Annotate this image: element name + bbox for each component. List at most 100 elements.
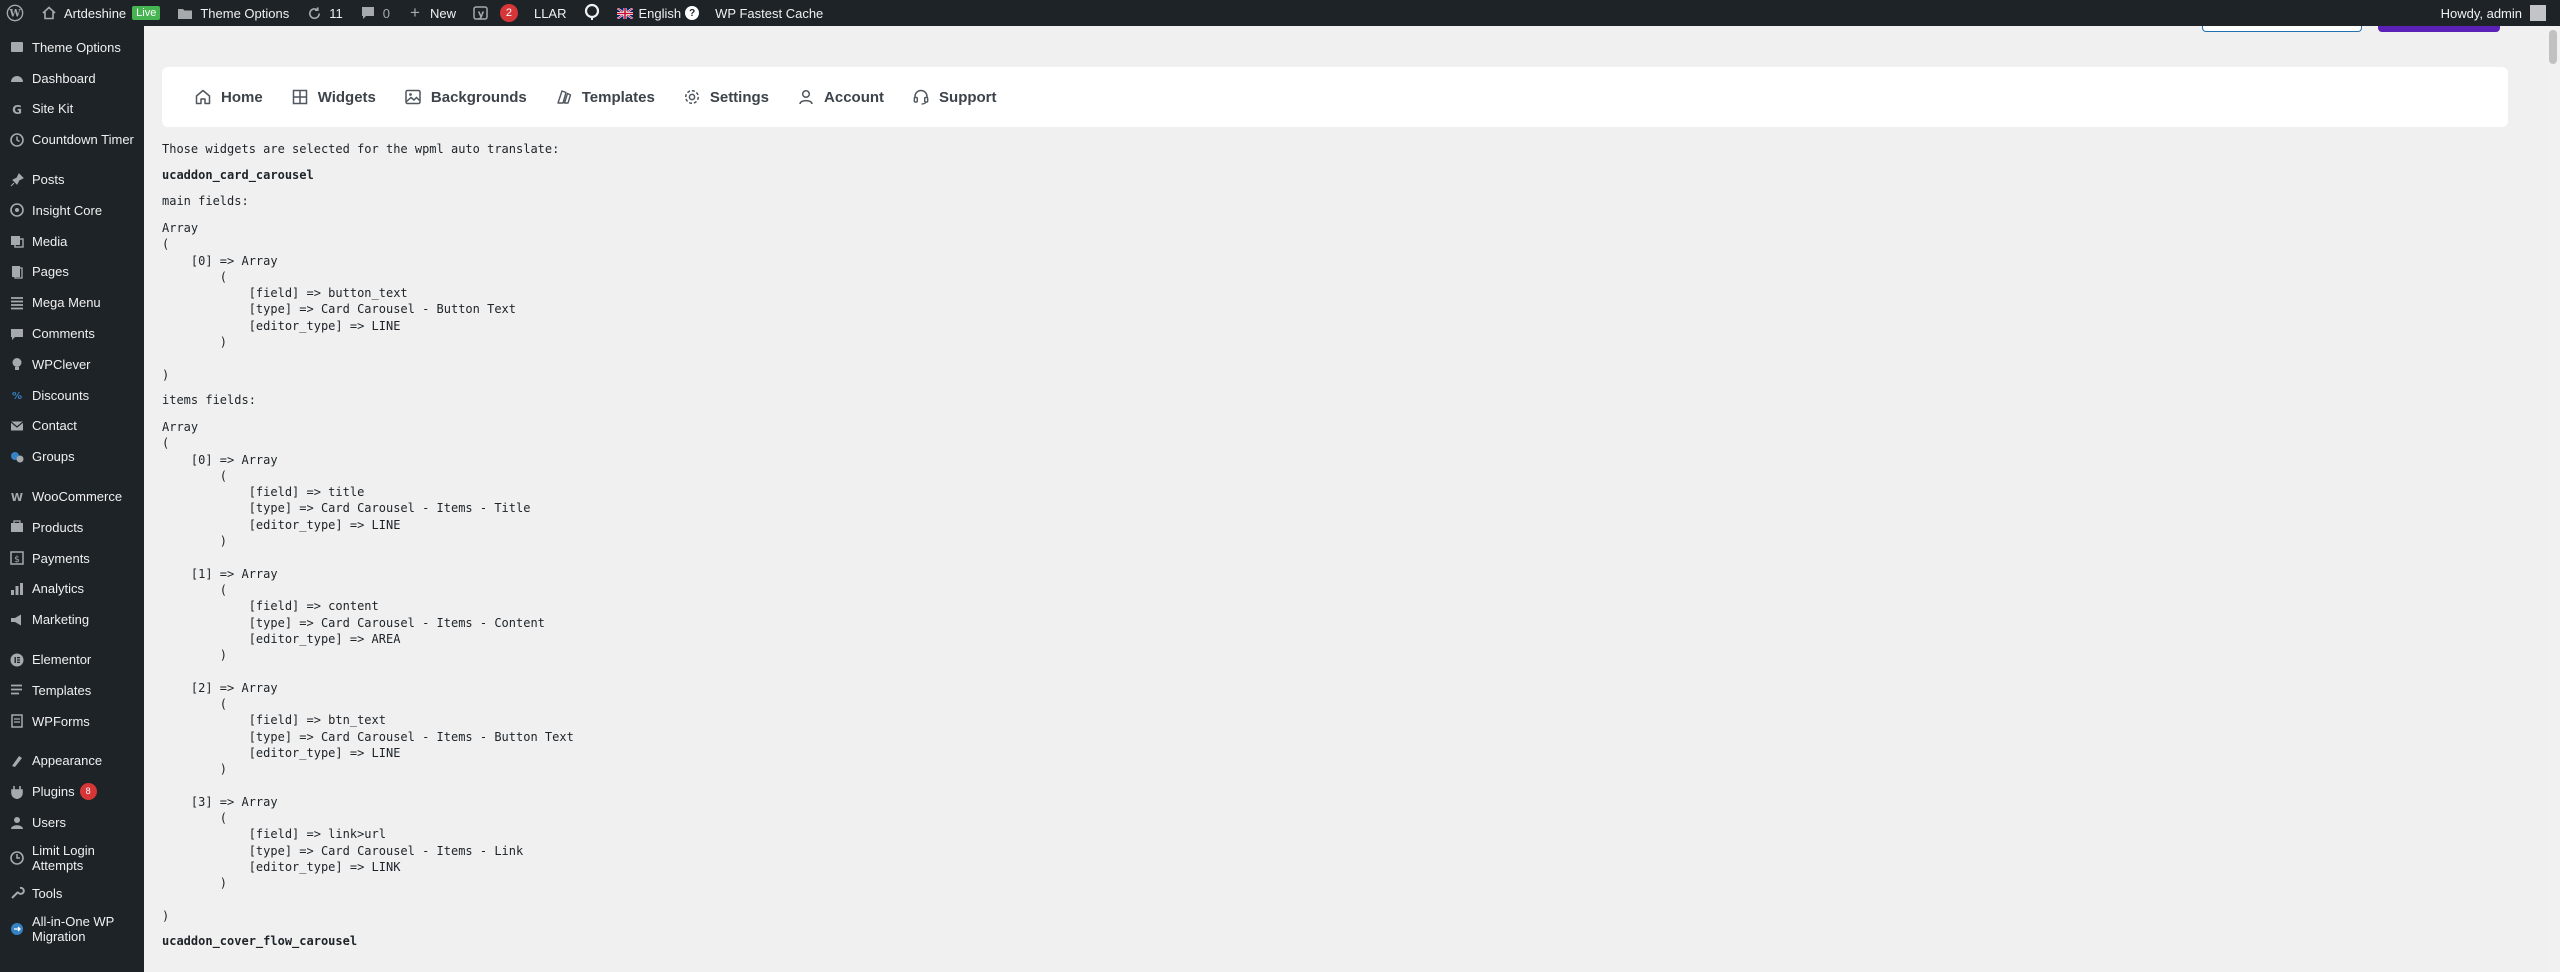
top-outline-button[interactable] [2202, 26, 2362, 32]
yoast-icon: y [472, 4, 490, 22]
sidebar-item-label: Plugins [32, 784, 75, 800]
yoast-link[interactable]: y 2 [464, 0, 526, 26]
sidebar-item-label: Media [32, 233, 68, 249]
sidebar-item-templates[interactable]: Templates [0, 675, 144, 706]
widget-name-2: ucaddon_cover_flow_carousel [162, 934, 358, 949]
theme-options-link[interactable]: Theme Options [168, 0, 297, 26]
tab-account[interactable]: Account [783, 77, 898, 117]
updates-link[interactable]: 11 [297, 0, 351, 26]
quarter-circle-link[interactable] [575, 0, 609, 26]
tab-backgrounds[interactable]: Backgrounds [390, 77, 541, 117]
sidebar-item-payments[interactable]: $ Payments [0, 543, 144, 574]
admin-menu: Theme Options Dashboard G Site Kit Countdown… [0, 32, 144, 949]
sidebar-item-label: Payments [32, 550, 90, 566]
language-label: English [638, 5, 682, 21]
sidebar-item-analytics[interactable]: Analytics [0, 574, 144, 605]
sidebar-item-label: Analytics [32, 581, 85, 597]
sidebar-item-countdown-timer[interactable]: Countdown Timer [0, 124, 144, 155]
sidebar-item-limit-login-attempts[interactable]: Limit Login Attempts [0, 838, 144, 878]
sidebar-item-groups[interactable]: Groups [0, 441, 144, 472]
sidebar-item-label: WPClever [32, 356, 91, 372]
sidebar-item-posts[interactable]: Posts [0, 164, 144, 195]
sidebar-item-discounts[interactable]: % Discounts [0, 380, 144, 411]
sidebar-item-woocommerce[interactable]: W WooCommerce [0, 481, 144, 512]
tab-widgets[interactable]: Widgets [277, 77, 390, 117]
sidebar-item-label: Theme Options [32, 39, 121, 55]
tab-widgets-label: Widgets [317, 88, 376, 106]
media-icon [8, 232, 26, 250]
new-content-link[interactable]: + New [398, 0, 464, 26]
scrollbar-thumb[interactable] [2549, 30, 2557, 64]
sidebar-item-pages[interactable]: Pages [0, 257, 144, 288]
svg-text:G: G [12, 103, 22, 117]
language-switcher[interactable]: English ? [609, 0, 708, 26]
theme-icon [8, 38, 26, 56]
tab-settings[interactable]: Settings [669, 77, 783, 117]
sidebar-item-marketing[interactable]: Marketing [0, 604, 144, 635]
sidebar-item-appearance[interactable]: Appearance [0, 746, 144, 777]
plugin-nav: Home Widgets Backgrounds Templates Setti… [162, 67, 2508, 127]
tab-support-label: Support [939, 88, 997, 106]
tab-home-label: Home [221, 88, 263, 106]
tab-home[interactable]: Home [180, 77, 277, 117]
sidebar-item-dashboard[interactable]: Dashboard [0, 63, 144, 94]
sidebar-item-label: Insight Core [32, 202, 103, 218]
sidebar-item-all-in-one-wp-migration[interactable]: All-in-One WP Migration [0, 909, 144, 949]
migration-icon [8, 920, 26, 938]
llar-link[interactable]: LLAR [526, 0, 575, 26]
sidebar-item-label: Contact [32, 418, 77, 434]
svg-text:$: $ [14, 555, 20, 565]
loader-icon [583, 3, 601, 24]
site-name-link[interactable]: Artdeshine Live [32, 0, 168, 26]
howdy-label: Howdy, admin [2440, 5, 2522, 21]
sidebar-item-mega-menu[interactable]: Mega Menu [0, 287, 144, 318]
products-icon [8, 518, 26, 536]
sidebar-item-label: Appearance [32, 753, 103, 769]
sidebar-item-label: All-in-One WP Migration [32, 913, 115, 944]
main-content: Home Widgets Backgrounds Templates Setti… [144, 26, 2540, 972]
comments-link[interactable]: 0 [351, 0, 398, 26]
sidebar-item-wpclever[interactable]: WPClever [0, 349, 144, 380]
sidebar-item-users[interactable]: Users [0, 807, 144, 838]
clock-icon [8, 131, 26, 149]
avatar [2530, 5, 2546, 21]
items-fields-label: items fields: [162, 392, 256, 407]
sidebar-item-label: Dashboard [32, 70, 96, 86]
sidebar-item-label: Tools [32, 885, 63, 901]
sidebar-item-contact[interactable]: Contact [0, 411, 144, 442]
sidebar-item-insight-core[interactable]: Insight Core [0, 195, 144, 226]
items-fields-dump: Array ( [0] => Array ( [field] => title … [162, 419, 574, 923]
appearance-icon [8, 752, 26, 770]
sidebar-item-label: Pages [32, 264, 69, 280]
templates-icon [557, 90, 571, 104]
yoast-count: 2 [499, 4, 518, 22]
sidebar-item-elementor[interactable]: Elementor [0, 644, 144, 675]
sidebar-item-media[interactable]: Media [0, 226, 144, 257]
wp-fastest-cache-link[interactable]: WP Fastest Cache [707, 0, 831, 26]
grid-icon [292, 89, 307, 105]
sidebar-item-products[interactable]: Products [0, 512, 144, 543]
sidebar-item-theme-options[interactable]: Theme Options [0, 32, 144, 63]
comments-icon [8, 325, 26, 343]
tab-templates[interactable]: Templates [541, 77, 669, 117]
menu-separator [0, 472, 144, 481]
admin-bar-right: Howdy, admin [2433, 0, 2560, 26]
wordpress-logo[interactable]: W [0, 0, 32, 26]
tab-support[interactable]: Support [898, 77, 1011, 117]
sidebar-item-label: Elementor [32, 652, 92, 668]
main-fields-label: main fields: [162, 194, 249, 208]
sidebar-item-label: Limit Login Attempts [32, 842, 95, 873]
tab-backgrounds-label: Backgrounds [430, 88, 527, 106]
top-primary-button[interactable] [2378, 26, 2500, 32]
sidebar-item-tools[interactable]: Tools [0, 878, 144, 909]
sidebar-item-comments[interactable]: Comments [0, 318, 144, 349]
sidebar-item-wpforms[interactable]: WPForms [0, 706, 144, 737]
sidebar-item-label: Groups [32, 449, 75, 465]
my-account-link[interactable]: Howdy, admin [2433, 0, 2560, 26]
wordpress-icon: W [6, 4, 24, 22]
llar-label: LLAR [533, 5, 567, 21]
sidebar-item-plugins[interactable]: Plugins 8 [0, 776, 144, 807]
pages-icon [8, 263, 26, 281]
sidebar-item-site-kit[interactable]: G Site Kit [0, 94, 144, 125]
page-scrollbar[interactable] [2546, 26, 2560, 972]
